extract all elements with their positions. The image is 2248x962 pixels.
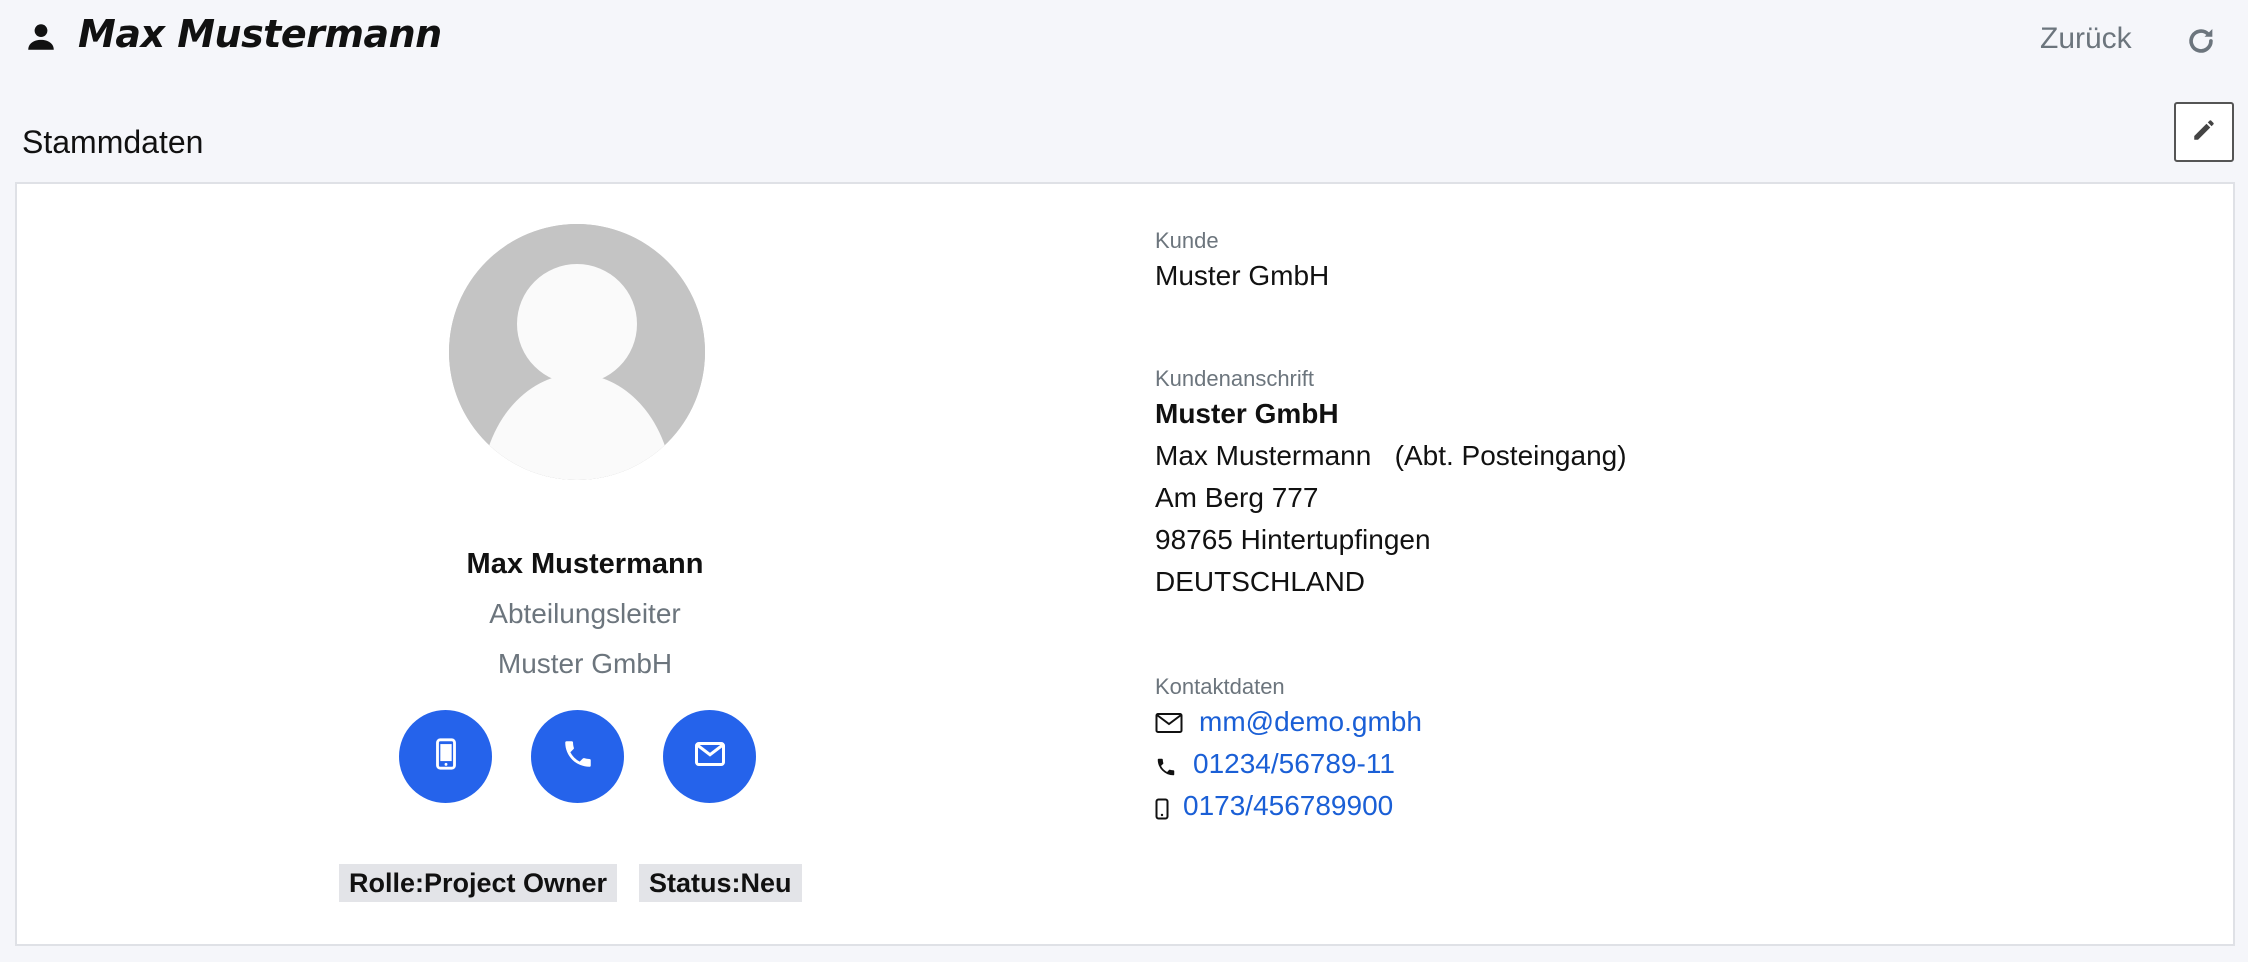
mail-outline-icon	[1155, 710, 1183, 734]
contact-email-link[interactable]: mm@demo.gmbh	[1199, 706, 1422, 738]
address-city: 98765 Hintertupfingen	[1155, 524, 1431, 555]
mobile-icon	[1155, 795, 1169, 820]
customer-link[interactable]: Muster GmbH	[1155, 260, 1329, 292]
role-badge: Rolle:Project Owner	[339, 864, 618, 902]
edit-button[interactable]	[2174, 102, 2234, 162]
contact-phone-row: 01234/56789-11	[1155, 746, 1395, 782]
profile-company: Muster GmbH	[497, 648, 673, 679]
refresh-icon[interactable]	[2184, 24, 2218, 58]
mobile-icon	[429, 737, 463, 776]
section-title: Stammdaten	[22, 124, 204, 160]
phone-icon	[1155, 753, 1177, 776]
master-data-card: Max Mustermann Abteilungsleiter Muster G…	[15, 182, 2235, 946]
phone-icon	[561, 737, 595, 776]
pencil-icon	[2191, 117, 2217, 148]
mail-icon	[692, 736, 728, 777]
address-country: DEUTSCHLAND	[1155, 566, 1366, 597]
call-mobile-button[interactable]	[399, 710, 492, 803]
profile-position: Abteilungsleiter	[489, 598, 681, 629]
page-title: Max Mustermann	[78, 12, 442, 56]
call-phone-button[interactable]	[531, 710, 624, 803]
contact-phone-link[interactable]: 01234/56789-11	[1193, 748, 1395, 780]
user-icon	[24, 20, 58, 54]
send-mail-button[interactable]	[663, 710, 756, 803]
contact-label: Kontaktdaten	[1155, 674, 1285, 699]
avatar	[449, 224, 705, 480]
customer-label: Kunde	[1155, 228, 1219, 253]
contact-email-row: mm@demo.gmbh	[1155, 704, 1422, 740]
address-label: Kundenanschrift	[1155, 366, 1314, 391]
contact-mobile-row: 0173/456789900	[1155, 788, 1393, 824]
back-button[interactable]: Zurück	[2040, 22, 2132, 56]
contact-buttons	[399, 710, 771, 804]
address-street: Am Berg 777	[1155, 482, 1319, 513]
contact-mobile-link[interactable]: 0173/456789900	[1183, 790, 1393, 822]
address-contact: Max Mustermann (Abt. Posteingang)	[1155, 440, 1627, 471]
address-company: Muster GmbH	[1155, 398, 1339, 429]
page-header: Max Mustermann Zurück	[0, 0, 2248, 80]
profile-name: Max Mustermann	[466, 548, 704, 580]
status-badge: Status:Neu	[639, 864, 802, 902]
